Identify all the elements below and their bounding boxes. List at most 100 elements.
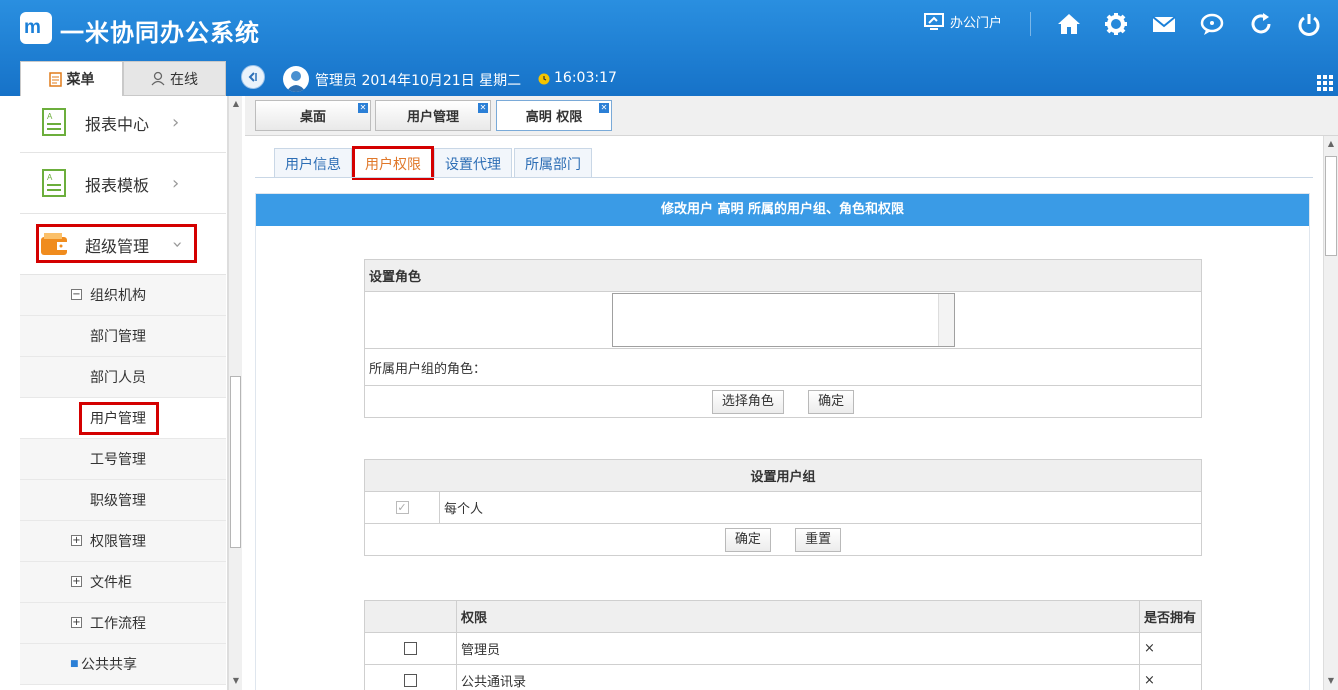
- sidebar-item-file-cabinet[interactable]: + 文件柜: [20, 562, 226, 603]
- app-logo: m: [20, 12, 52, 44]
- sidebar-item-org[interactable]: − 组织机构: [20, 275, 226, 316]
- tab-underline: [255, 177, 1313, 178]
- panel-title: 修改用户 高明 所属的用户组、角色和权限: [256, 194, 1309, 226]
- sidebar-scrollbar[interactable]: ▲ ▼: [228, 96, 242, 690]
- avatar-icon: [286, 71, 306, 92]
- expand-icon[interactable]: +: [71, 535, 82, 546]
- col-checkbox: [364, 600, 457, 633]
- main-content: 桌面 ✕ 用户管理 ✕ 高明 权限 ✕ 用户信息 用户权限 设置代理 所属部门 …: [245, 96, 1338, 690]
- sidebar-item-label: 工作流程: [90, 616, 146, 632]
- tab-department[interactable]: 所属部门: [514, 148, 592, 178]
- sidebar-item-rank[interactable]: 职级管理: [20, 480, 226, 521]
- role-ok-button[interactable]: 确定: [808, 389, 855, 414]
- sidebar-item-label: 权限管理: [90, 534, 146, 550]
- tab-online[interactable]: 在线: [123, 61, 226, 96]
- sidebar-item-label: 部门管理: [90, 329, 146, 345]
- scrollbar-thumb[interactable]: [230, 376, 241, 548]
- tab-user-manage[interactable]: 用户管理 ✕: [375, 100, 491, 131]
- tab-user-permission[interactable]: 高明 权限 ✕: [496, 100, 612, 131]
- sidebar-item-permission[interactable]: + 权限管理: [20, 521, 226, 562]
- office-portal-link[interactable]: 办公门户: [924, 12, 1002, 31]
- collapse-sidebar-button[interactable]: [241, 65, 265, 89]
- group-reset-button[interactable]: 重置: [795, 527, 842, 552]
- select-role-button[interactable]: 选择角色: [711, 389, 784, 414]
- portal-label: 办公门户: [950, 16, 1003, 31]
- settings-button[interactable]: [1104, 12, 1128, 36]
- logout-button[interactable]: [1297, 12, 1321, 36]
- monitor-icon: [924, 12, 944, 30]
- sidebar-item-label: 组织机构: [90, 288, 146, 304]
- col-permission: 权限: [456, 600, 1140, 633]
- sidebar-item-report-template[interactable]: A 报表模板 ›: [20, 154, 226, 214]
- app-title: 一米协同办公系统: [60, 19, 260, 47]
- scrollbar-thumb[interactable]: [1325, 156, 1337, 256]
- table-row: 公共通讯录 ×: [364, 664, 1202, 690]
- textarea-scrollbar[interactable]: [937, 294, 954, 346]
- col-owned: 是否拥有: [1139, 600, 1202, 633]
- tab-menu-label: 菜单: [66, 72, 95, 88]
- scroll-up-icon[interactable]: ▲: [231, 99, 241, 109]
- tab-online-label: 在线: [170, 71, 198, 88]
- collapse-icon[interactable]: −: [71, 289, 82, 300]
- tab-menu[interactable]: 菜单: [20, 61, 123, 96]
- grid-icon[interactable]: [1316, 74, 1334, 92]
- group-table: 设置用户组 ✓ 每个人 确定 重置: [364, 459, 1202, 556]
- close-icon[interactable]: ✕: [358, 103, 368, 113]
- chat-button[interactable]: [1200, 12, 1224, 36]
- content-scrollbar[interactable]: ▲ ▼: [1323, 136, 1338, 690]
- sidebar-item-label: 文件柜: [90, 575, 132, 591]
- home-icon: [1058, 14, 1080, 34]
- sidebar-item-job-number[interactable]: 工号管理: [20, 439, 226, 480]
- sidebar-item-dept-manage[interactable]: 部门管理: [20, 316, 226, 357]
- sidebar-item-label: 超级管理: [85, 236, 150, 256]
- page-tab-bar: 桌面 ✕ 用户管理 ✕ 高明 权限 ✕: [245, 96, 1338, 136]
- role-textarea[interactable]: [611, 293, 955, 347]
- sidebar-item-label: 部门人员: [90, 370, 146, 386]
- expand-icon[interactable]: +: [71, 617, 82, 628]
- current-time: 16:03:17: [554, 70, 617, 86]
- clock-icon: [538, 73, 550, 85]
- close-icon[interactable]: ✕: [599, 103, 609, 113]
- scroll-down-icon[interactable]: ▼: [231, 676, 241, 686]
- permission-checkbox[interactable]: [404, 674, 417, 687]
- sidebar-item-label: 公共共享: [81, 657, 137, 673]
- mail-button[interactable]: [1152, 12, 1176, 36]
- chevron-down-icon: ›: [167, 240, 189, 249]
- wallet-icon: [41, 233, 67, 255]
- group-checkbox-everyone[interactable]: ✓: [395, 501, 409, 514]
- svg-text:A: A: [47, 173, 53, 182]
- scroll-up-icon[interactable]: ▲: [1326, 139, 1336, 149]
- permission-name: 公共通讯录: [456, 664, 1140, 690]
- chevron-right-icon: ›: [172, 173, 180, 194]
- sidebar-item-workflow[interactable]: + 工作流程: [20, 603, 226, 644]
- tab-desktop[interactable]: 桌面 ✕: [255, 100, 371, 131]
- gear-icon: [1105, 13, 1127, 35]
- tab-set-proxy[interactable]: 设置代理: [434, 148, 512, 178]
- content-frame: 用户信息 用户权限 设置代理 所属部门 修改用户 高明 所属的用户组、角色和权限…: [245, 136, 1323, 690]
- tab-user-rights[interactable]: 用户权限: [352, 146, 434, 180]
- expand-icon[interactable]: +: [71, 576, 82, 587]
- chat-icon: [1200, 13, 1224, 35]
- role-header: 设置角色: [364, 259, 1202, 292]
- role-table: 设置角色 所属用户组的角色： 选择角色 确定: [364, 259, 1202, 418]
- refresh-button[interactable]: [1249, 12, 1273, 36]
- sidebar-item-super-admin[interactable]: 超级管理 ›: [20, 215, 226, 275]
- tab-user-info[interactable]: 用户信息: [274, 148, 352, 178]
- table-row: 管理员 ×: [364, 632, 1202, 665]
- close-icon[interactable]: ✕: [478, 103, 488, 113]
- sidebar-item-label: 用户管理: [90, 411, 146, 427]
- permission-checkbox[interactable]: [404, 642, 417, 655]
- sidebar-item-user-manage[interactable]: 用户管理: [20, 398, 226, 439]
- bullet-icon: ■: [70, 659, 79, 669]
- group-ok-button[interactable]: 确定: [724, 527, 771, 552]
- sidebar-item-label: 职级管理: [90, 493, 146, 509]
- sidebar-item-dept-staff[interactable]: 部门人员: [20, 357, 226, 398]
- user-avatar: [283, 66, 309, 92]
- app-header: m 一米协同办公系统 办公门户 菜单 在线 管理员 2014年10月21日 星期…: [0, 0, 1338, 96]
- sidebar-item-public-share[interactable]: ■ 公共共享: [20, 644, 226, 685]
- home-button[interactable]: [1057, 12, 1081, 36]
- sidebar-item-report-center[interactable]: A 报表中心 ›: [20, 96, 226, 153]
- power-icon: [1298, 14, 1320, 36]
- scroll-down-icon[interactable]: ▼: [1326, 676, 1336, 686]
- chevron-right-icon: ›: [172, 112, 180, 133]
